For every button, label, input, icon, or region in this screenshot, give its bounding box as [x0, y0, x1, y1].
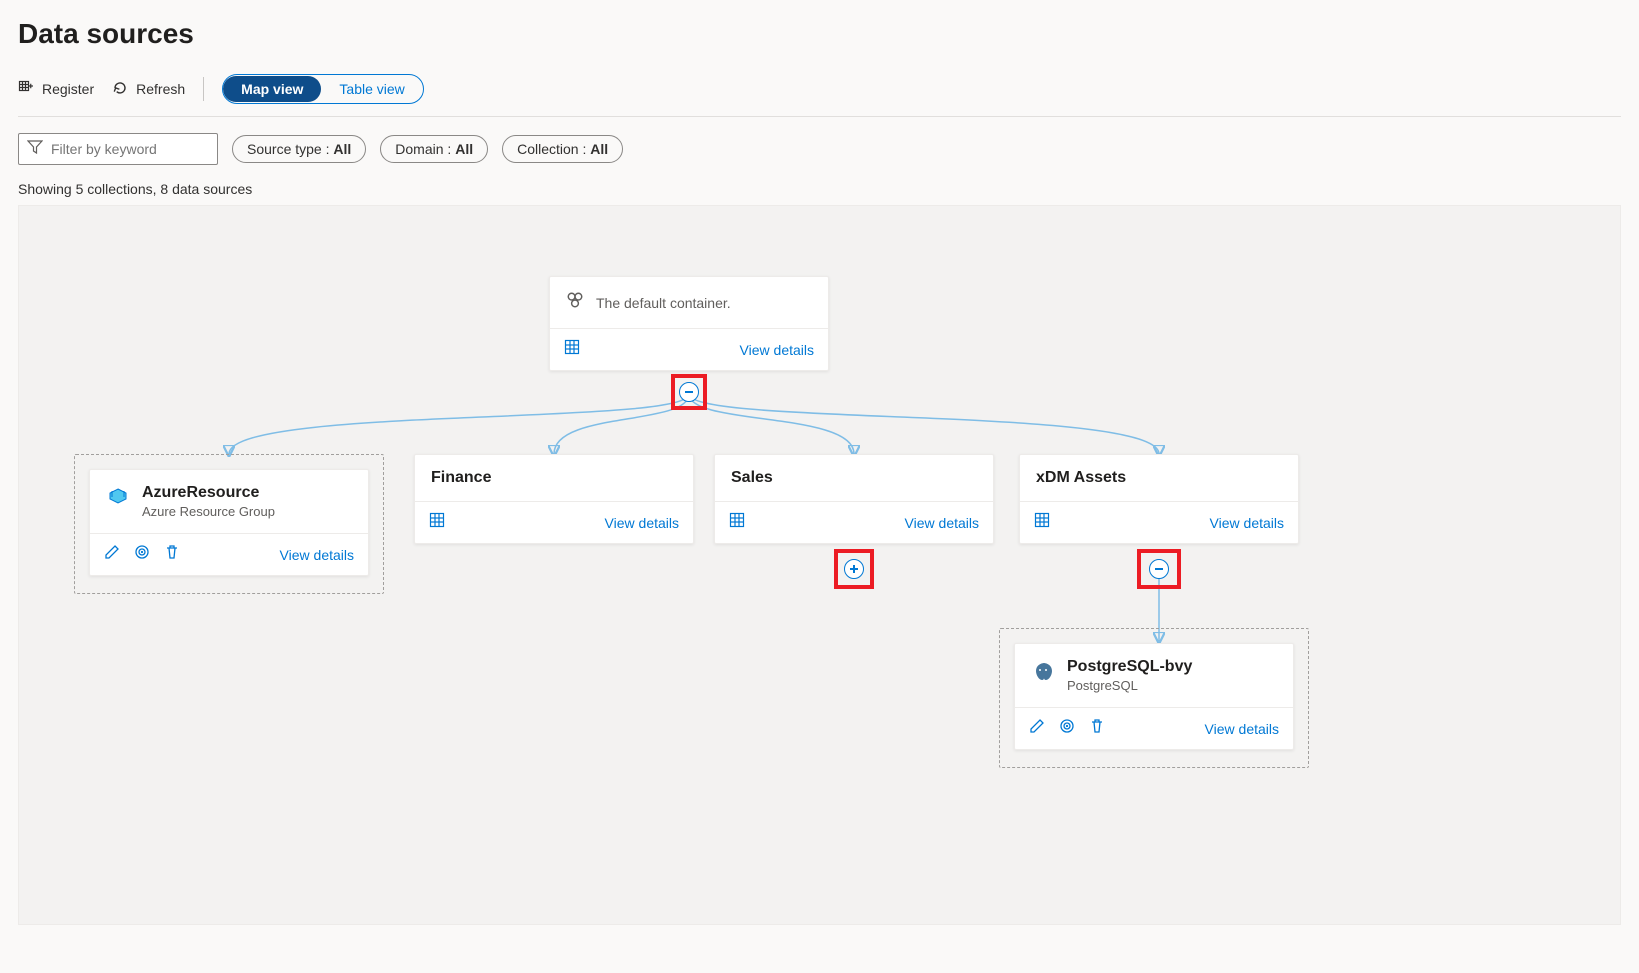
sources-grid-icon[interactable]: [1034, 512, 1050, 533]
view-details-link[interactable]: View details: [280, 547, 354, 563]
result-summary: Showing 5 collections, 8 data sources: [18, 181, 1621, 197]
view-details-link[interactable]: View details: [740, 342, 814, 358]
source-node-postgres[interactable]: PostgreSQL-bvy PostgreSQL View details: [1014, 643, 1294, 750]
domain-filter-value: All: [455, 141, 473, 157]
register-label: Register: [42, 81, 94, 97]
register-button[interactable]: Register: [18, 80, 94, 99]
collection-filter-value: All: [590, 141, 608, 157]
toolbar: Register Refresh Map view Table view: [18, 74, 1621, 117]
xdm-collapse-toggle[interactable]: [1149, 559, 1169, 579]
view-details-link[interactable]: View details: [605, 515, 679, 531]
root-collection-node[interactable]: The default container. View details: [549, 276, 829, 371]
source-group: AzureResource Azure Resource Group View …: [74, 454, 384, 594]
collection-node-sales[interactable]: Sales View details: [714, 454, 994, 544]
scan-icon[interactable]: [134, 544, 150, 565]
sources-grid-icon[interactable]: [729, 512, 745, 533]
source-type-filter[interactable]: Source type : All: [232, 135, 366, 163]
collection-node-finance[interactable]: Finance View details: [414, 454, 694, 544]
register-icon: [18, 80, 34, 99]
source-subtitle: Azure Resource Group: [142, 504, 275, 519]
collection-filter-label: Collection :: [517, 141, 590, 157]
map-canvas[interactable]: The default container. View details: [18, 205, 1621, 925]
page-title: Data sources: [18, 18, 1621, 50]
root-description: The default container.: [596, 295, 731, 311]
keyword-filter[interactable]: [18, 133, 218, 165]
source-type-filter-label: Source type :: [247, 141, 333, 157]
view-toggle: Map view Table view: [222, 74, 424, 104]
refresh-icon: [112, 80, 128, 99]
delete-icon[interactable]: [164, 544, 180, 565]
collection-title: Sales: [731, 469, 977, 487]
sales-expand-toggle[interactable]: [844, 559, 864, 579]
source-subtitle: PostgreSQL: [1067, 678, 1192, 693]
domain-filter[interactable]: Domain : All: [380, 135, 488, 163]
view-details-link[interactable]: View details: [905, 515, 979, 531]
collection-filter[interactable]: Collection : All: [502, 135, 623, 163]
collection-title: Finance: [431, 469, 677, 487]
collection-title: xDM Assets: [1036, 469, 1282, 487]
azure-resource-icon: [106, 487, 130, 516]
toolbar-divider: [203, 77, 204, 101]
postgresql-icon: [1031, 661, 1055, 690]
refresh-button[interactable]: Refresh: [112, 80, 185, 99]
container-icon: [566, 291, 584, 314]
source-title: AzureResource: [142, 484, 275, 502]
sources-grid-icon[interactable]: [429, 512, 445, 533]
edit-icon[interactable]: [1029, 718, 1045, 739]
view-details-link[interactable]: View details: [1205, 721, 1279, 737]
source-group: PostgreSQL-bvy PostgreSQL View details: [999, 628, 1309, 768]
refresh-label: Refresh: [136, 81, 185, 97]
root-collapse-toggle[interactable]: [679, 382, 699, 402]
map-view-tab[interactable]: Map view: [223, 76, 321, 102]
source-node-azure-resource[interactable]: AzureResource Azure Resource Group View …: [89, 469, 369, 576]
collection-node-xdm[interactable]: xDM Assets View details: [1019, 454, 1299, 544]
source-type-filter-value: All: [333, 141, 351, 157]
table-view-tab[interactable]: Table view: [321, 76, 422, 102]
delete-icon[interactable]: [1089, 718, 1105, 739]
filter-icon: [27, 139, 43, 160]
edit-icon[interactable]: [104, 544, 120, 565]
sources-grid-icon[interactable]: [564, 339, 580, 360]
domain-filter-label: Domain :: [395, 141, 455, 157]
scan-icon[interactable]: [1059, 718, 1075, 739]
view-details-link[interactable]: View details: [1210, 515, 1284, 531]
filter-row: Source type : All Domain : All Collectio…: [18, 133, 1621, 165]
keyword-filter-input[interactable]: [49, 140, 234, 158]
source-title: PostgreSQL-bvy: [1067, 658, 1192, 676]
